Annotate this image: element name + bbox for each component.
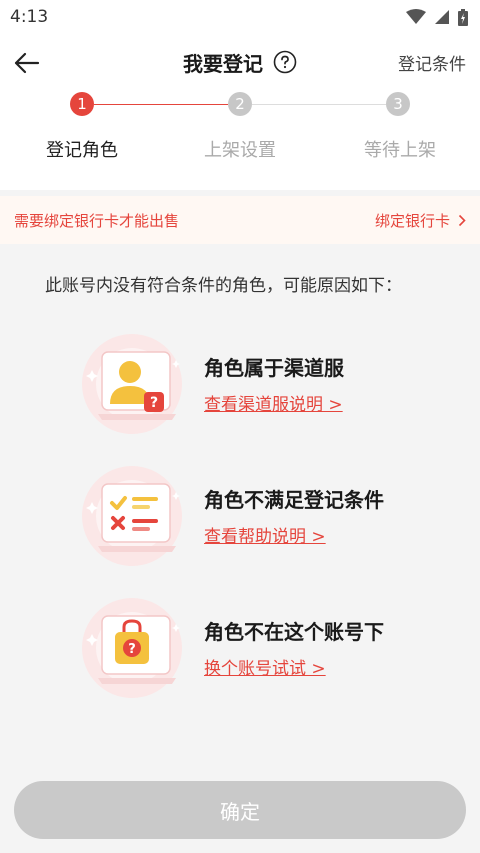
bind-bank-card-label: 绑定银行卡	[374, 211, 450, 230]
reason-item-channel-server: ? 角色属于渠道服 查看渠道服说明 >	[80, 330, 440, 440]
notice-text: 需要绑定银行卡才能出售	[14, 211, 180, 230]
switch-account-link[interactable]: 换个账号试试 >	[204, 654, 326, 679]
svg-text:?: ?	[128, 642, 136, 657]
channel-server-help-link[interactable]: 查看渠道服说明 >	[204, 390, 343, 415]
chevron-right-icon	[458, 214, 466, 226]
step-2-label: 上架设置	[204, 140, 276, 161]
battery-icon	[458, 8, 468, 26]
step-3-number: 3	[386, 92, 410, 116]
nav-bar: 我要登记 登记条件	[0, 34, 480, 90]
reason-item-other-account: ? 角色不在这个账号下 换个账号试试 >	[80, 594, 440, 704]
reason-title: 角色不满足登记条件	[204, 488, 384, 512]
bank-card-notice: 需要绑定银行卡才能出售 绑定银行卡	[0, 196, 480, 244]
locked-question-icon: ?	[82, 598, 182, 698]
step-indicator: 1 2 3 登记角色 上架设置 等待上架	[0, 92, 480, 192]
step-line-1	[94, 104, 228, 105]
step-line-2	[252, 104, 386, 105]
svg-text:?: ?	[150, 395, 158, 411]
conditions-help-link[interactable]: 查看帮助说明 >	[204, 522, 326, 547]
wifi-icon	[406, 9, 426, 24]
status-icons	[406, 8, 468, 26]
step-1-label: 登记角色	[46, 140, 118, 161]
reasons-intro: 此账号内没有符合条件的角色，可能原因如下：	[45, 276, 402, 296]
signal-icon	[435, 10, 449, 24]
step-1-number: 1	[70, 92, 94, 116]
step-2-number: 2	[228, 92, 252, 116]
step-3-label: 等待上架	[364, 140, 436, 161]
back-arrow-icon	[14, 52, 40, 74]
reason-item-conditions: 角色不满足登记条件 查看帮助说明 >	[80, 462, 440, 572]
user-question-icon: ?	[82, 334, 182, 434]
back-button[interactable]	[10, 46, 44, 80]
bind-bank-card-link[interactable]: 绑定银行卡	[375, 210, 466, 231]
help-icon[interactable]	[273, 50, 297, 74]
confirm-button[interactable]: 确定	[14, 781, 466, 839]
reason-title: 角色不在这个账号下	[204, 620, 384, 644]
status-time: 4:13	[10, 7, 49, 27]
status-bar: 4:13	[0, 0, 480, 34]
conditions-link[interactable]: 登记条件	[398, 50, 466, 75]
reason-title: 角色属于渠道服	[204, 356, 344, 380]
page-title: 我要登记	[183, 51, 263, 76]
checklist-icon	[82, 466, 182, 566]
header: 我要登记 登记条件 1 2 3 登记角色 上架设置 等待上架	[0, 34, 480, 190]
